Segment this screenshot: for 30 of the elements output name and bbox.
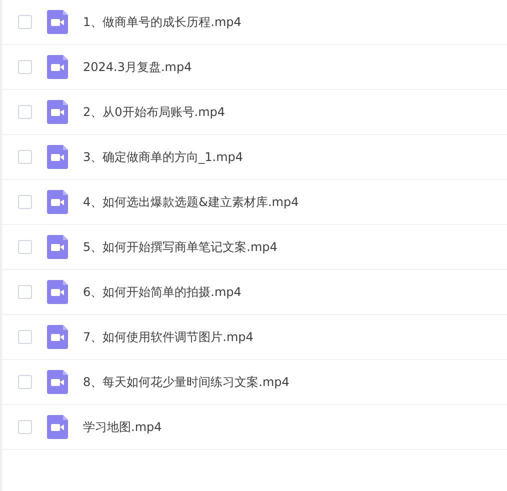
file-name[interactable]: 3、确定做商单的方向_1.mp4 — [83, 148, 244, 166]
video-file-icon — [47, 235, 68, 259]
checkbox[interactable] — [18, 285, 32, 299]
video-file-icon — [47, 280, 68, 304]
video-file-icon — [47, 415, 68, 439]
checkbox[interactable] — [18, 60, 32, 74]
video-file-icon — [47, 325, 68, 349]
video-file-icon — [47, 100, 68, 124]
checkbox[interactable] — [18, 105, 32, 119]
file-name[interactable]: 4、如何选出爆款选题&建立素材库.mp4 — [83, 194, 299, 210]
file-name[interactable]: 学习地图.mp4 — [83, 418, 162, 436]
checkbox[interactable] — [18, 375, 32, 389]
file-name[interactable]: 6、如何开始简单的拍摄.mp4 — [83, 284, 242, 300]
file-name[interactable]: 2、从0开始布局账号.mp4 — [83, 104, 226, 120]
checkbox[interactable] — [18, 15, 32, 29]
file-name[interactable]: 7、如何使用软件调节图片.mp4 — [83, 328, 254, 346]
checkbox[interactable] — [18, 195, 32, 209]
checkbox[interactable] — [18, 150, 32, 164]
file-name[interactable]: 2024.3月复盘.mp4 — [83, 58, 192, 76]
video-file-icon — [47, 145, 68, 169]
file-name[interactable]: 1、做商单号的成长历程.mp4 — [83, 14, 242, 30]
checkbox[interactable] — [18, 420, 32, 434]
checkbox[interactable] — [18, 240, 32, 254]
video-file-icon — [47, 55, 68, 79]
video-file-icon — [47, 190, 68, 214]
video-file-icon — [47, 10, 68, 34]
file-name[interactable]: 8、每天如何花少量时间练习文案.mp4 — [83, 374, 290, 390]
checkbox[interactable] — [18, 330, 32, 344]
video-file-icon — [47, 370, 68, 394]
file-name[interactable]: 5、如何开始撰写商单笔记文案.mp4 — [83, 238, 278, 256]
